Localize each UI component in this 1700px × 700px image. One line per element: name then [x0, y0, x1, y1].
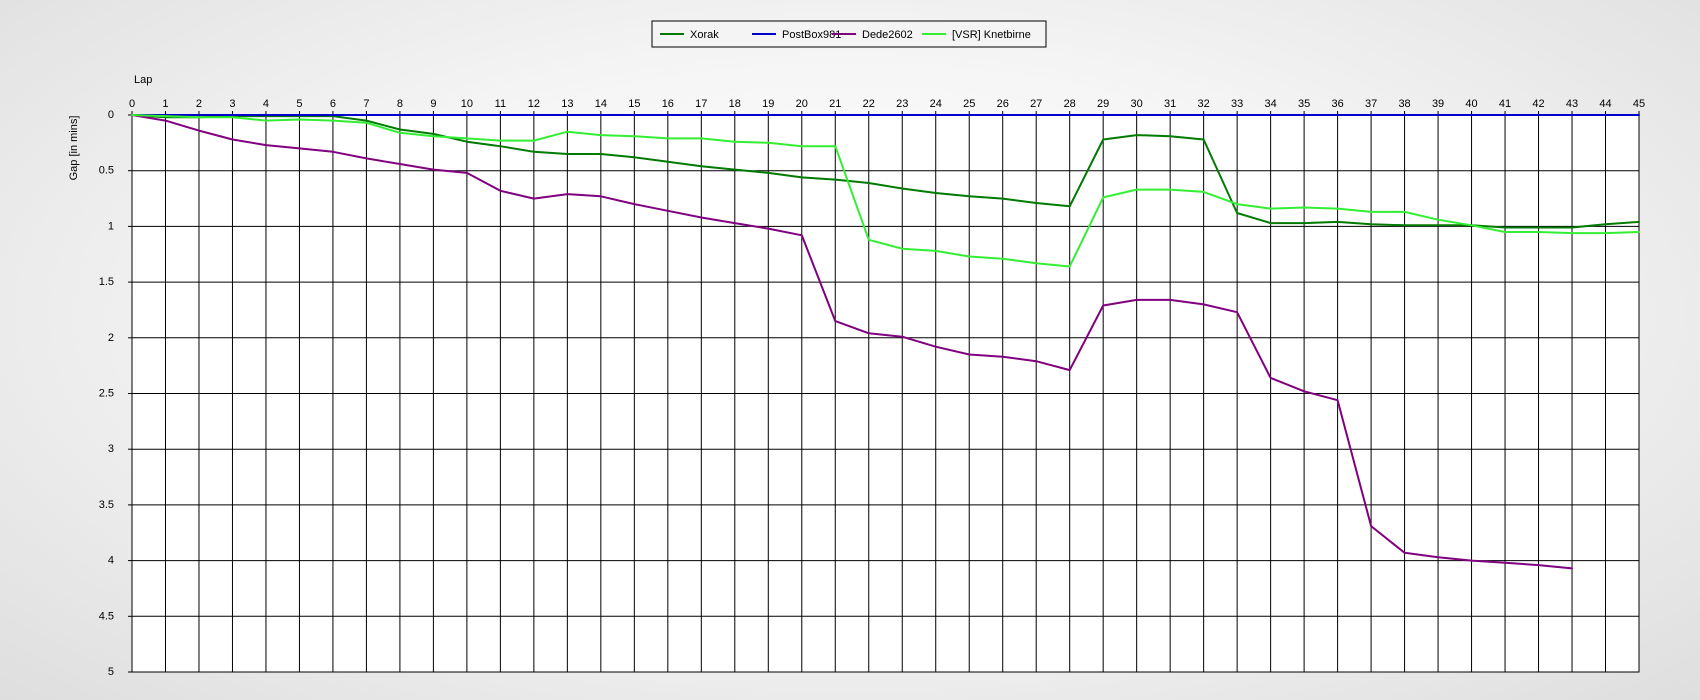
- x-tick-label: 19: [762, 98, 774, 110]
- x-tick-label: 25: [963, 98, 975, 110]
- x-tick-label: 2: [196, 98, 202, 110]
- y-tick-label: 4: [108, 555, 114, 567]
- x-tick-label: 29: [1097, 98, 1109, 110]
- x-tick-label: 33: [1231, 98, 1243, 110]
- x-tick-label: 37: [1365, 98, 1377, 110]
- x-tick-label: 17: [695, 98, 707, 110]
- y-tick-label: 0.5: [99, 165, 114, 177]
- x-tick-label: 41: [1499, 98, 1511, 110]
- x-tick-label: 40: [1465, 98, 1477, 110]
- x-tick-label: 22: [863, 98, 875, 110]
- x-tick-label: 42: [1532, 98, 1544, 110]
- x-tick-label: 16: [662, 98, 674, 110]
- y-tick-labels: 0 0.5 1 1.5 2 2.5 3 3.5 4 4.5 5: [99, 109, 114, 678]
- y-axis-title: Gap [in mins]: [68, 116, 80, 181]
- x-tick-label: 5: [296, 98, 302, 110]
- x-tick-label: 30: [1131, 98, 1143, 110]
- x-tick-label: 45: [1633, 98, 1645, 110]
- x-tick-label: 7: [363, 98, 369, 110]
- x-tick-label: 21: [829, 98, 841, 110]
- y-tick-label: 1.5: [99, 276, 114, 288]
- x-tick-label: 3: [229, 98, 235, 110]
- x-tick-label: 32: [1198, 98, 1210, 110]
- x-tick-label: 20: [796, 98, 808, 110]
- y-tick-label: 5: [108, 666, 114, 678]
- x-tick-label: 6: [330, 98, 336, 110]
- x-tick-label: 44: [1599, 98, 1611, 110]
- x-tick-label: 34: [1264, 98, 1276, 110]
- y-tick-label: 3: [108, 443, 114, 455]
- x-tick-label: 1: [162, 98, 168, 110]
- x-tick-label: 12: [528, 98, 540, 110]
- x-tick-label: 4: [263, 98, 269, 110]
- x-tick-label: 39: [1432, 98, 1444, 110]
- x-tick-label: 26: [997, 98, 1009, 110]
- x-tick-label: 28: [1064, 98, 1076, 110]
- x-axis-title: Lap: [134, 74, 152, 86]
- x-tick-label: 23: [896, 98, 908, 110]
- y-tick-label: 2.5: [99, 388, 114, 400]
- x-tick-label: 11: [495, 98, 506, 110]
- x-tick-label: 43: [1566, 98, 1578, 110]
- legend-label: [VSR] Knetbirne: [952, 29, 1031, 41]
- y-tick-label: 4.5: [99, 610, 114, 622]
- x-tick-label: 35: [1298, 98, 1310, 110]
- x-tick-label: 38: [1398, 98, 1410, 110]
- y-tick-label: 0: [108, 109, 114, 121]
- x-tick-label: 36: [1331, 98, 1343, 110]
- x-tick-label: 24: [930, 98, 942, 110]
- y-tick-label: 1: [108, 220, 114, 232]
- x-tick-label: 9: [430, 98, 436, 110]
- x-tick-label: 18: [729, 98, 741, 110]
- y-tick-label: 2: [108, 332, 114, 344]
- gap-chart: Xorak PostBox981 Dede2602 [VSR] Knetbirne L…: [68, 20, 1645, 678]
- legend-label: Xorak: [690, 29, 719, 41]
- x-tick-label: 15: [628, 98, 640, 110]
- y-tick-label: 3.5: [99, 499, 114, 511]
- x-tick-label: 0: [129, 98, 135, 110]
- x-tick-label: 13: [561, 98, 573, 110]
- x-tick-label: 10: [461, 98, 473, 110]
- x-tick-labels: 0 1 2 3 4 5 6 7 8 9 10 11 12 13 14 15 16 17 18 19 20 21 22 23 24…: [129, 98, 1645, 110]
- x-tick-label: 31: [1164, 98, 1176, 110]
- x-tick-label: 27: [1030, 98, 1042, 110]
- legend-label: Dede2602: [862, 29, 913, 41]
- x-tick-label: 14: [595, 98, 607, 110]
- x-tick-label: 8: [397, 98, 403, 110]
- grid: [128, 111, 1640, 673]
- legend: Xorak PostBox981 Dede2602 [VSR] Knetbirne: [651, 20, 1047, 48]
